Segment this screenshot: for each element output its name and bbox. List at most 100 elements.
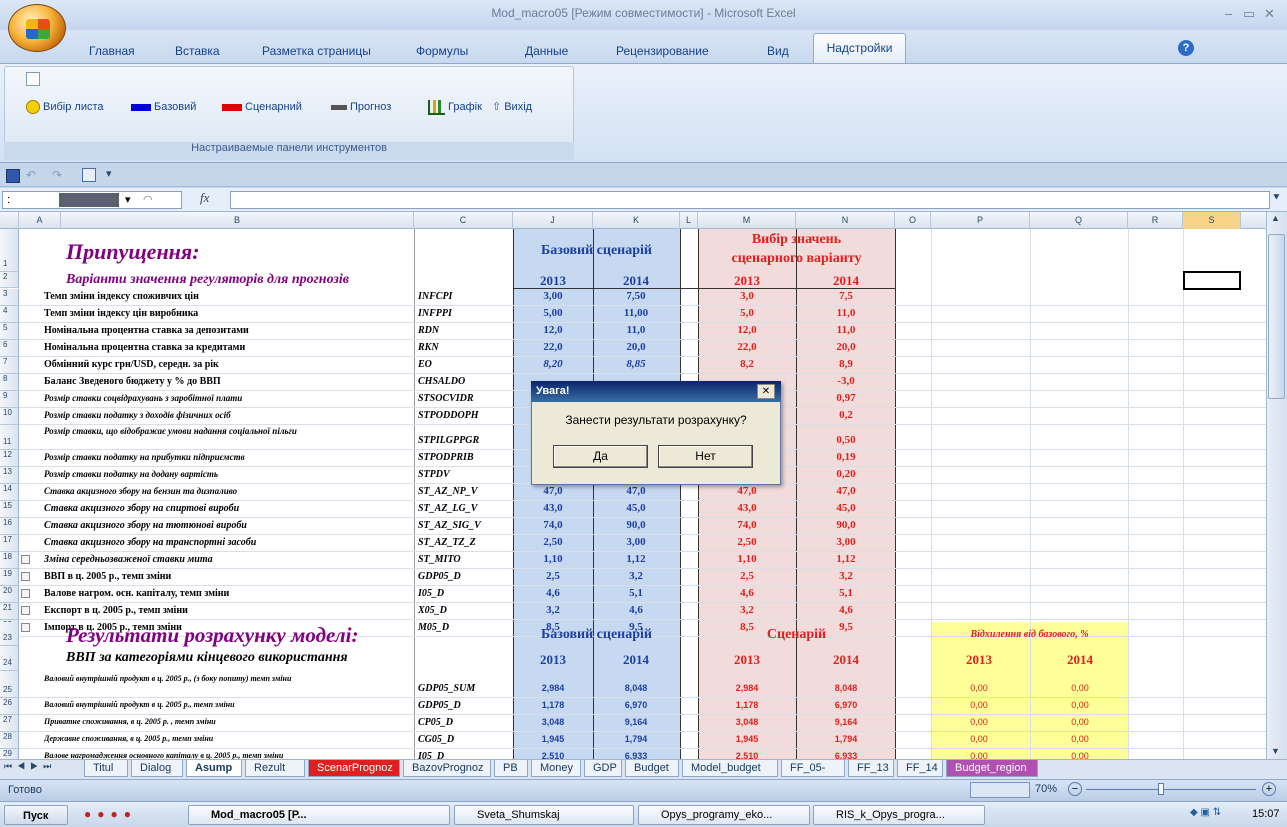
row-header-11[interactable]: 11 bbox=[0, 425, 19, 450]
qat-customize-icon[interactable]: ▾ bbox=[106, 167, 112, 180]
tab-insert[interactable]: Вставка bbox=[175, 40, 220, 62]
col-c[interactable]: C bbox=[414, 212, 513, 229]
tray-icons[interactable]: ◆ ▣ ⇅ bbox=[1190, 807, 1246, 821]
col-p[interactable]: P bbox=[931, 212, 1030, 229]
col-j[interactable]: J bbox=[513, 212, 593, 229]
undo-icon[interactable]: ↶ bbox=[26, 168, 36, 182]
col-o[interactable]: O bbox=[895, 212, 931, 229]
sheet-tab-ff_14[interactable]: FF_14 bbox=[897, 760, 943, 777]
row-header-17[interactable]: 17 bbox=[0, 535, 19, 552]
quick-launch-icons[interactable]: ●●●● bbox=[84, 807, 174, 823]
sheet-tab-rezult[interactable]: Rezult bbox=[245, 760, 305, 777]
row-header-13[interactable]: 13 bbox=[0, 467, 19, 484]
exit-button[interactable]: ⇧ Вихід bbox=[492, 98, 532, 116]
row-header-18[interactable]: 18 bbox=[0, 552, 19, 569]
sheet-tab-pb[interactable]: PB bbox=[494, 760, 528, 777]
taskbar-item-word2[interactable]: RIS_k_Opys_progra... bbox=[813, 805, 985, 825]
view-buttons[interactable] bbox=[970, 782, 1030, 798]
start-button[interactable]: Пуск bbox=[4, 805, 68, 825]
outline-toggle-icon[interactable] bbox=[21, 623, 30, 632]
scroll-up-icon[interactable]: ▲ bbox=[1271, 213, 1280, 223]
outline-toggle-icon[interactable] bbox=[21, 555, 30, 564]
row-header-2[interactable]: 2 bbox=[0, 272, 19, 288]
office-button[interactable] bbox=[8, 4, 66, 52]
row-header-28[interactable]: 28 bbox=[0, 732, 19, 749]
row-header-8[interactable]: 8 bbox=[0, 374, 19, 391]
scroll-thumb[interactable] bbox=[1268, 234, 1285, 399]
name-box-dropdown-icon[interactable]: ▾ bbox=[125, 192, 131, 208]
select-sheet-button[interactable]: Вибір листа bbox=[26, 98, 104, 116]
row-header-19[interactable]: 19 bbox=[0, 569, 19, 586]
minimize-button[interactable]: – bbox=[1225, 6, 1232, 21]
sheet-tab-bazovprognoz[interactable]: BazovPrognoz bbox=[403, 760, 491, 777]
tab-view[interactable]: Вид bbox=[767, 40, 789, 62]
save-icon[interactable] bbox=[6, 169, 20, 183]
no-button[interactable]: Нет bbox=[658, 445, 753, 468]
scenario-button[interactable]: Сценарний bbox=[222, 98, 302, 116]
row-header-10[interactable]: 10 bbox=[0, 408, 19, 425]
sheet-tab-ff_05-12[interactable]: FF_05-12 bbox=[781, 760, 845, 791]
col-k[interactable]: K bbox=[593, 212, 680, 229]
scroll-down-icon[interactable]: ▼ bbox=[1271, 746, 1280, 756]
row-header-27[interactable]: 27 bbox=[0, 715, 19, 732]
row-header-29[interactable]: 29 bbox=[0, 749, 19, 759]
tab-home[interactable]: Главная bbox=[89, 40, 135, 62]
row-header-1[interactable]: 1 bbox=[0, 229, 19, 272]
row-header-16[interactable]: 16 bbox=[0, 518, 19, 535]
row-header-9[interactable]: 9 bbox=[0, 391, 19, 408]
forecast-button[interactable]: Прогноз bbox=[331, 98, 391, 116]
window-switch-icon[interactable] bbox=[82, 168, 96, 182]
fx-icon[interactable]: fx bbox=[200, 190, 209, 206]
row-header-15[interactable]: 15 bbox=[0, 501, 19, 518]
expand-formula-bar-icon[interactable]: ⯆ bbox=[1272, 192, 1281, 205]
taskbar-item-excel[interactable]: Mod_macro05 [Р... bbox=[188, 805, 450, 825]
dialog-close-icon[interactable]: ✕ bbox=[757, 384, 775, 399]
col-a[interactable]: A bbox=[19, 212, 61, 229]
worksheet-grid[interactable]: 1 Припущення: Базовий сценарій Вибір зна… bbox=[0, 229, 1266, 759]
sheet-tab-scenarprognoz[interactable]: ScenarPrognoz bbox=[308, 760, 400, 777]
row-header-21[interactable]: 21 bbox=[0, 603, 19, 620]
sheet-tab-titul[interactable]: Titul bbox=[84, 760, 128, 777]
col-q[interactable]: Q bbox=[1030, 212, 1128, 229]
chart-button[interactable]: Графік bbox=[428, 98, 482, 116]
base-button[interactable]: Базовий bbox=[131, 98, 196, 116]
col-b[interactable]: B bbox=[61, 212, 414, 229]
select-all-corner[interactable] bbox=[0, 212, 19, 229]
help-icon[interactable]: ? bbox=[1178, 40, 1194, 56]
yes-button[interactable]: Да bbox=[553, 445, 648, 468]
outline-toggle-icon[interactable] bbox=[21, 572, 30, 581]
row-header-25[interactable]: 25 bbox=[0, 671, 19, 698]
tab-data[interactable]: Данные bbox=[525, 40, 568, 62]
row-header-3[interactable]: 3 bbox=[0, 289, 19, 306]
col-m[interactable]: M bbox=[698, 212, 796, 229]
redo-icon[interactable]: ↷ bbox=[52, 168, 62, 182]
row-header-23[interactable]: 23 bbox=[0, 622, 19, 646]
col-r[interactable]: R bbox=[1128, 212, 1183, 229]
name-box[interactable]: : ▾ ◠ bbox=[2, 191, 182, 209]
toolbar-checkbox[interactable] bbox=[26, 72, 40, 86]
col-s[interactable]: S bbox=[1183, 212, 1241, 229]
row-header-12[interactable]: 12 bbox=[0, 450, 19, 467]
taskbar-item-folder[interactable]: Sveta_Shumskaj bbox=[454, 805, 634, 825]
zoom-slider-thumb[interactable] bbox=[1158, 783, 1164, 795]
col-n[interactable]: N bbox=[796, 212, 895, 229]
sheet-tab-model_budget[interactable]: Model_budget bbox=[682, 760, 778, 777]
sheet-tab-budget[interactable]: Budget bbox=[625, 760, 679, 777]
tab-formulas[interactable]: Формулы bbox=[416, 40, 468, 62]
zoom-in-icon[interactable]: + bbox=[1262, 782, 1276, 796]
row-header-5[interactable]: 5 bbox=[0, 323, 19, 340]
tab-page-layout[interactable]: Разметка страницы bbox=[262, 40, 371, 62]
sheet-tab-ff_13[interactable]: FF_13 bbox=[848, 760, 894, 777]
tab-addins[interactable]: Надстройки bbox=[813, 33, 906, 64]
row-header-26[interactable]: 26 bbox=[0, 698, 19, 715]
close-button[interactable]: ✕ bbox=[1264, 6, 1275, 22]
row-header-24[interactable]: 24 bbox=[0, 646, 19, 671]
tab-review[interactable]: Рецензирование bbox=[616, 40, 709, 62]
sheet-tab-gdp[interactable]: GDP bbox=[584, 760, 622, 777]
row-header-14[interactable]: 14 bbox=[0, 484, 19, 501]
sheet-nav-arrows-icon[interactable]: ⏮◀▶⏭ bbox=[4, 761, 56, 772]
zoom-slider[interactable] bbox=[1086, 789, 1256, 790]
sheet-tab-budget_region[interactable]: Budget_region bbox=[946, 760, 1038, 777]
sheet-tab-asump[interactable]: Asump bbox=[186, 760, 242, 777]
col-l[interactable]: L bbox=[680, 212, 698, 229]
